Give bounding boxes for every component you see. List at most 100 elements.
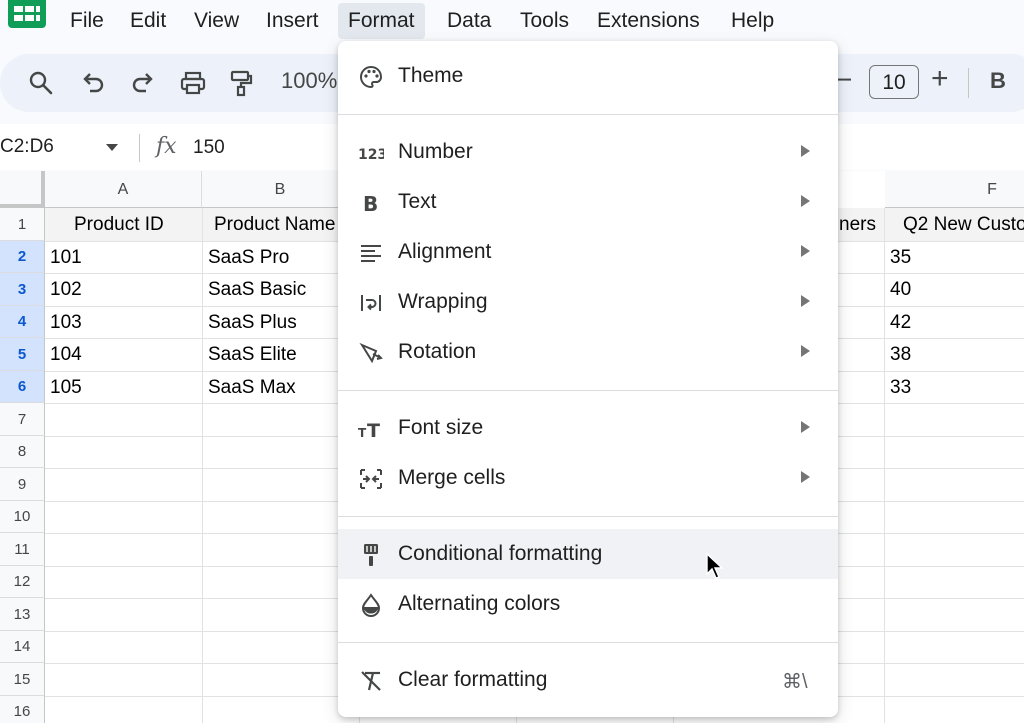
fill-drop-icon xyxy=(358,592,384,618)
format-menu: Theme 123 Number B Text Alignment Wrappi… xyxy=(338,41,838,717)
decrease-font-size-button[interactable]: − xyxy=(836,64,852,96)
mouse-pointer-icon xyxy=(706,552,724,581)
cell-b3[interactable]: SaaS Basic xyxy=(208,279,306,301)
text-rotation-icon xyxy=(358,340,384,366)
menu-item-conditional-formatting[interactable]: Conditional formatting xyxy=(338,529,838,579)
row-header-1[interactable]: 1 xyxy=(0,208,45,241)
undo-icon[interactable] xyxy=(76,66,110,100)
svg-text:T: T xyxy=(367,420,380,442)
cell-f1[interactable]: Q2 New Customers xyxy=(903,214,1024,236)
cell-a2[interactable]: 101 xyxy=(50,247,82,269)
font-size-icon: TT xyxy=(358,416,384,442)
toolbar-divider xyxy=(968,68,969,98)
menu-item-merge-cells[interactable]: Merge cells xyxy=(338,453,838,503)
search-icon[interactable] xyxy=(24,66,58,100)
print-icon[interactable] xyxy=(176,66,210,100)
merge-cells-icon xyxy=(358,466,384,492)
row-header-15[interactable]: 15 xyxy=(0,663,45,696)
bold-button[interactable]: B xyxy=(990,68,1006,94)
column-header-b[interactable]: B xyxy=(202,171,359,208)
sheets-logo-icon[interactable] xyxy=(8,0,46,28)
row-header-11[interactable]: 11 xyxy=(0,533,45,566)
cell-b6[interactable]: SaaS Max xyxy=(208,377,296,399)
chevron-down-icon[interactable] xyxy=(106,144,118,151)
clear-format-icon xyxy=(358,668,384,694)
zoom-select[interactable]: 100% xyxy=(281,68,337,94)
number-123-icon: 123 xyxy=(358,140,387,166)
menu-help[interactable]: Help xyxy=(721,3,784,39)
cell-a6[interactable]: 105 xyxy=(50,377,82,399)
row-header-3[interactable]: 3 xyxy=(0,273,45,306)
paint-roller-icon xyxy=(358,542,384,568)
column-header-f[interactable]: F xyxy=(885,171,1024,208)
name-box[interactable]: C2:D6 xyxy=(0,136,54,158)
bold-icon: B xyxy=(358,190,384,216)
increase-font-size-button[interactable]: + xyxy=(931,62,949,96)
menu-divider xyxy=(338,114,838,115)
cell-f3[interactable]: 40 xyxy=(890,279,911,301)
cell-e1[interactable]: ners xyxy=(839,214,876,236)
select-all-corner[interactable] xyxy=(0,171,45,208)
menu-item-alternating-colors[interactable]: Alternating colors xyxy=(338,579,838,629)
menu-item-alignment[interactable]: Alignment xyxy=(338,227,838,277)
row-header-4[interactable]: 4 xyxy=(0,306,45,338)
cell-f4[interactable]: 42 xyxy=(890,312,911,334)
cell-b2[interactable]: SaaS Pro xyxy=(208,247,289,269)
align-left-icon xyxy=(358,240,384,266)
menu-tools[interactable]: Tools xyxy=(510,3,579,39)
fx-icon: fx xyxy=(156,134,177,159)
submenu-arrow-icon xyxy=(801,421,810,433)
redo-icon[interactable] xyxy=(126,66,160,100)
menu-divider xyxy=(338,390,838,391)
paint-format-icon[interactable] xyxy=(224,66,258,100)
menu-format[interactable]: Format xyxy=(338,3,425,39)
text-wrap-icon xyxy=(358,290,384,316)
menu-item-font-size[interactable]: TT Font size xyxy=(338,403,838,453)
submenu-arrow-icon xyxy=(801,471,810,483)
row-header-16[interactable]: 16 xyxy=(0,696,45,723)
row-header-8[interactable]: 8 xyxy=(0,436,45,468)
cell-f2[interactable]: 35 xyxy=(890,247,911,269)
cell-b4[interactable]: SaaS Plus xyxy=(208,312,297,334)
svg-text:T: T xyxy=(358,426,367,440)
svg-text:123: 123 xyxy=(358,147,384,163)
menu-item-clear-formatting[interactable]: Clear formatting ⌘\ xyxy=(338,655,838,705)
menu-item-theme[interactable]: Theme xyxy=(338,51,838,101)
row-header-14[interactable]: 14 xyxy=(0,631,45,663)
row-header-5[interactable]: 5 xyxy=(0,338,45,371)
menu-file[interactable]: File xyxy=(60,3,114,39)
cell-f6[interactable]: 33 xyxy=(890,377,911,399)
column-header-a[interactable]: A xyxy=(45,171,202,208)
menu-item-label: Rotation xyxy=(398,340,477,363)
menu-divider xyxy=(338,516,838,517)
row-header-2[interactable]: 2 xyxy=(0,241,45,273)
cell-a5[interactable]: 104 xyxy=(50,344,82,366)
row-header-7[interactable]: 7 xyxy=(0,403,45,436)
cell-a3[interactable]: 102 xyxy=(50,279,82,301)
menu-data[interactable]: Data xyxy=(437,3,501,39)
cell-f5[interactable]: 38 xyxy=(890,344,911,366)
row-header-10[interactable]: 10 xyxy=(0,501,45,533)
menu-edit[interactable]: Edit xyxy=(120,3,176,39)
font-size-input[interactable]: 10 xyxy=(869,65,919,99)
menu-extensions[interactable]: Extensions xyxy=(587,3,710,39)
menu-item-rotation[interactable]: Rotation xyxy=(338,327,838,377)
menu-item-wrapping[interactable]: Wrapping xyxy=(338,277,838,327)
svg-text:B: B xyxy=(363,192,378,216)
formula-bar-divider xyxy=(139,134,140,162)
menu-item-text[interactable]: B Text xyxy=(338,177,838,227)
cell-b5[interactable]: SaaS Elite xyxy=(208,344,297,366)
row-header-13[interactable]: 13 xyxy=(0,598,45,631)
menu-item-label: Merge cells xyxy=(398,466,506,489)
formula-input[interactable]: 150 xyxy=(193,137,225,159)
menu-item-number[interactable]: 123 Number xyxy=(338,127,838,177)
submenu-arrow-icon xyxy=(801,245,810,257)
row-header-12[interactable]: 12 xyxy=(0,566,45,598)
cell-a4[interactable]: 103 xyxy=(50,312,82,334)
row-header-6[interactable]: 6 xyxy=(0,371,45,403)
menu-view[interactable]: View xyxy=(184,3,249,39)
cell-b1[interactable]: Product Name xyxy=(214,214,354,236)
cell-a1[interactable]: Product ID xyxy=(74,214,164,236)
row-header-9[interactable]: 9 xyxy=(0,468,45,501)
menu-insert[interactable]: Insert xyxy=(256,3,329,39)
